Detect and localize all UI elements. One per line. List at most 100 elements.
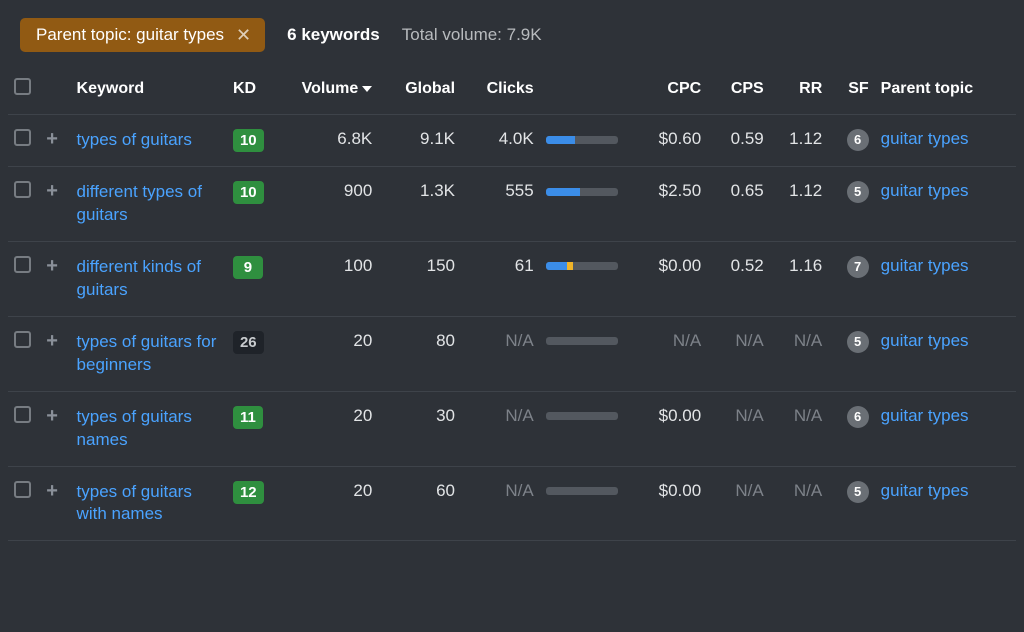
- select-all-checkbox[interactable]: [14, 78, 31, 95]
- volume-cell: 20: [283, 466, 378, 541]
- global-cell: 150: [378, 241, 461, 316]
- cps-cell: 0.52: [707, 241, 770, 316]
- table-row: +types of guitars106.8K9.1K4.0K$0.600.59…: [8, 115, 1016, 167]
- rr-cell: N/A: [770, 391, 829, 466]
- keyword-link[interactable]: different types of guitars: [77, 181, 217, 227]
- clicks-cell: N/A: [461, 466, 540, 541]
- keyword-link[interactable]: types of guitars: [77, 129, 192, 152]
- sf-badge: 7: [847, 256, 869, 278]
- row-checkbox[interactable]: [14, 256, 31, 273]
- parent-topic-link[interactable]: guitar types: [881, 181, 969, 200]
- top-bar: Parent topic: guitar types ✕ 6 keywords …: [0, 0, 1024, 66]
- global-cell: 60: [378, 466, 461, 541]
- sf-badge: 6: [847, 406, 869, 428]
- col-kd[interactable]: KD: [227, 66, 284, 115]
- kd-badge: 11: [233, 406, 263, 429]
- clicks-cell: N/A: [461, 316, 540, 391]
- filter-chip-label: Parent topic: guitar types: [36, 25, 224, 45]
- expand-plus-icon[interactable]: +: [46, 129, 58, 149]
- row-checkbox[interactable]: [14, 129, 31, 146]
- clicks-bar: [546, 412, 618, 420]
- expand-plus-icon[interactable]: +: [46, 481, 58, 501]
- table-row: +types of guitars for beginners262080N/A…: [8, 316, 1016, 391]
- volume-cell: 20: [283, 391, 378, 466]
- keyword-link[interactable]: different kinds of guitars: [77, 256, 217, 302]
- col-volume[interactable]: Volume: [283, 66, 378, 115]
- keyword-link[interactable]: types of guitars for beginners: [77, 331, 217, 377]
- table-row: + different kinds of guitars 9 10015061 $0.0…: [8, 241, 1016, 316]
- clicks-bar: [546, 188, 618, 196]
- kd-badge: 10: [233, 181, 264, 204]
- sf-badge: 5: [847, 181, 869, 203]
- clicks-cell: N/A: [461, 391, 540, 466]
- parent-topic-link[interactable]: guitar types: [881, 481, 969, 500]
- expand-plus-icon[interactable]: +: [46, 406, 58, 426]
- cps-cell: N/A: [707, 391, 770, 466]
- parent-topic-link[interactable]: guitar types: [881, 129, 969, 148]
- table-row: +types of guitars names112030N/A$0.00N/A…: [8, 391, 1016, 466]
- cpc-cell: $0.00: [633, 466, 708, 541]
- sort-desc-icon: [362, 86, 372, 92]
- cpc-cell: $0.00: [633, 241, 708, 316]
- global-cell: 80: [378, 316, 461, 391]
- kd-badge: 9: [233, 256, 263, 279]
- cpc-cell: N/A: [633, 316, 708, 391]
- global-cell: 1.3K: [378, 167, 461, 242]
- sf-badge: 5: [847, 331, 869, 353]
- clicks-bar: [546, 337, 618, 345]
- col-clicks[interactable]: Clicks: [461, 66, 540, 115]
- row-checkbox[interactable]: [14, 331, 31, 348]
- global-cell: 30: [378, 391, 461, 466]
- row-checkbox[interactable]: [14, 481, 31, 498]
- rr-cell: 1.16: [770, 241, 829, 316]
- table-row: + different types of guitars 10 9001.3K555 $…: [8, 167, 1016, 242]
- expand-plus-icon[interactable]: +: [46, 331, 58, 351]
- keyword-link[interactable]: types of guitars names: [77, 406, 217, 452]
- col-keyword[interactable]: Keyword: [71, 66, 227, 115]
- expand-plus-icon[interactable]: +: [46, 256, 58, 276]
- parent-topic-link[interactable]: guitar types: [881, 256, 969, 275]
- row-checkbox[interactable]: [14, 406, 31, 423]
- keyword-link[interactable]: types of guitars with names: [77, 481, 217, 527]
- clicks-cell: 555: [461, 167, 540, 242]
- col-global[interactable]: Global: [378, 66, 461, 115]
- volume-cell: 100: [283, 241, 378, 316]
- parent-topic-link[interactable]: guitar types: [881, 406, 969, 425]
- table-row: +types of guitars with names122060N/A$0.…: [8, 466, 1016, 541]
- col-cpc[interactable]: CPC: [633, 66, 708, 115]
- close-icon[interactable]: ✕: [236, 26, 251, 44]
- volume-cell: 900: [283, 167, 378, 242]
- col-sf[interactable]: SF: [828, 66, 874, 115]
- keyword-count: 6 keywords: [287, 25, 380, 45]
- row-checkbox[interactable]: [14, 181, 31, 198]
- global-cell: 9.1K: [378, 115, 461, 167]
- col-cps[interactable]: CPS: [707, 66, 770, 115]
- kd-badge: 26: [233, 331, 264, 354]
- filter-chip[interactable]: Parent topic: guitar types ✕: [20, 18, 265, 52]
- sf-badge: 5: [847, 481, 869, 503]
- rr-cell: 1.12: [770, 167, 829, 242]
- table-header-row: Keyword KD Volume Global Clicks CPC CPS …: [8, 66, 1016, 115]
- sf-badge: 6: [847, 129, 869, 151]
- cpc-cell: $2.50: [633, 167, 708, 242]
- rr-cell: N/A: [770, 316, 829, 391]
- rr-cell: N/A: [770, 466, 829, 541]
- kd-badge: 12: [233, 481, 264, 504]
- clicks-bar: [546, 487, 618, 495]
- cpc-cell: $0.60: [633, 115, 708, 167]
- cps-cell: N/A: [707, 466, 770, 541]
- keywords-table: Keyword KD Volume Global Clicks CPC CPS …: [8, 66, 1016, 541]
- total-volume: Total volume: 7.9K: [402, 25, 542, 45]
- expand-plus-icon[interactable]: +: [46, 181, 58, 201]
- clicks-bar: [546, 262, 618, 270]
- cps-cell: N/A: [707, 316, 770, 391]
- col-parent[interactable]: Parent topic: [875, 66, 1016, 115]
- parent-topic-link[interactable]: guitar types: [881, 331, 969, 350]
- volume-cell: 6.8K: [283, 115, 378, 167]
- cps-cell: 0.65: [707, 167, 770, 242]
- clicks-cell: 61: [461, 241, 540, 316]
- kd-badge: 10: [233, 129, 264, 152]
- col-rr[interactable]: RR: [770, 66, 829, 115]
- volume-cell: 20: [283, 316, 378, 391]
- clicks-cell: 4.0K: [461, 115, 540, 167]
